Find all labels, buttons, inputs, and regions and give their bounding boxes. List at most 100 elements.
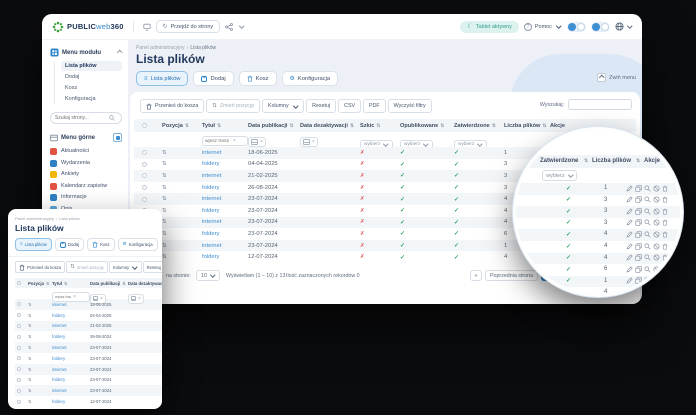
- sidebar-search[interactable]: [50, 112, 122, 124]
- breadcrumb-root[interactable]: Panel administracyjny: [136, 45, 185, 51]
- delete-icon[interactable]: [662, 185, 668, 192]
- title-filter-input[interactable]: [55, 295, 71, 299]
- row-radio[interactable]: [142, 173, 147, 178]
- sidebar-item-konfiguracja[interactable]: Konfiguracja: [61, 94, 122, 104]
- col-tytul[interactable]: Tytuł: [202, 123, 248, 129]
- position-handle[interactable]: [28, 334, 52, 339]
- copy-icon[interactable]: [635, 208, 642, 215]
- status-badge[interactable]: Tablet aktywny: [460, 21, 518, 33]
- row-radio[interactable]: [17, 335, 21, 339]
- position-handle[interactable]: [28, 345, 52, 350]
- sidebar-item-dodaj[interactable]: Dodaj: [61, 72, 122, 82]
- date-filter[interactable]: [128, 294, 144, 304]
- row-title-link[interactable]: foldery: [52, 377, 90, 382]
- app-logo[interactable]: PUBLICweb360: [52, 21, 124, 33]
- sort-icon[interactable]: [440, 123, 444, 129]
- row-title-link[interactable]: foldery: [52, 313, 90, 318]
- col-szkic[interactable]: Szkic: [360, 123, 400, 129]
- sort-icon[interactable]: [185, 123, 189, 129]
- col-pozycja[interactable]: Pozycja: [162, 123, 202, 129]
- row-title-link[interactable]: internet: [202, 196, 248, 202]
- table-row[interactable]: foldery12-07-2024: [15, 396, 162, 407]
- select-all-radio[interactable]: [142, 123, 147, 128]
- edit-icon[interactable]: [626, 196, 633, 203]
- resetuj-button[interactable]: Resetuj: [306, 99, 336, 113]
- position-handle[interactable]: [28, 302, 52, 307]
- disable-icon[interactable]: [653, 231, 660, 238]
- top-menu-item-wydarzenia[interactable]: Wydarzenia: [50, 158, 122, 170]
- table-row[interactable]: foldery04-04-2025: [15, 310, 162, 321]
- row-title-link[interactable]: internet: [202, 243, 248, 249]
- sort-icon[interactable]: [217, 123, 221, 129]
- konfiguracja-button[interactable]: Konfiguracja: [118, 238, 158, 251]
- copy-icon[interactable]: [635, 196, 642, 203]
- row-radio[interactable]: [17, 367, 21, 371]
- col-data-publikacji[interactable]: Data publikacji: [248, 123, 300, 129]
- copy-icon[interactable]: [635, 254, 642, 261]
- position-handle[interactable]: [162, 254, 202, 260]
- module-menu-header[interactable]: Menu modułu: [50, 48, 122, 57]
- top-menu-toggle[interactable]: [113, 133, 122, 142]
- top-menu-item-aktualności[interactable]: Aktualności: [50, 146, 122, 158]
- contrast-toggle[interactable]: [591, 22, 610, 32]
- row-radio[interactable]: [142, 150, 147, 155]
- delete-icon[interactable]: [662, 219, 668, 226]
- position-handle[interactable]: [162, 196, 202, 202]
- first-page-button[interactable]: [470, 270, 482, 281]
- date-filter[interactable]: [300, 137, 318, 147]
- table-row[interactable]: foldery26-08-2024: [15, 331, 162, 342]
- row-title-link[interactable]: internet: [52, 367, 90, 372]
- delete-icon[interactable]: [662, 289, 668, 296]
- table-row[interactable]: foldery23-07-2024: [15, 353, 162, 364]
- row-title-link[interactable]: internet: [202, 150, 248, 156]
- row-title-link[interactable]: foldery: [202, 208, 248, 214]
- share-icon[interactable]: [225, 23, 233, 31]
- date-filter[interactable]: [248, 137, 266, 147]
- disable-icon[interactable]: [653, 289, 660, 296]
- kolumny-button[interactable]: Kolumny: [109, 261, 142, 273]
- row-title-link[interactable]: internet: [52, 323, 90, 328]
- preview-icon[interactable]: [644, 254, 651, 261]
- position-handle[interactable]: [28, 313, 52, 318]
- preview-icon[interactable]: [644, 185, 651, 192]
- row-radio[interactable]: [17, 389, 21, 393]
- col-liczba-plikow[interactable]: Liczba plików: [504, 123, 550, 129]
- delete-icon[interactable]: [662, 231, 668, 238]
- row-title-link[interactable]: internet: [52, 302, 90, 307]
- kosz-button[interactable]: Kosz: [87, 238, 115, 251]
- edit-icon[interactable]: [626, 219, 633, 226]
- preview-icon[interactable]: [644, 196, 651, 203]
- title-filter-input[interactable]: [205, 139, 231, 144]
- chevron-down-icon[interactable]: [239, 24, 244, 29]
- go-to-site-button[interactable]: Przejdź do strony: [156, 20, 221, 33]
- position-handle[interactable]: [28, 388, 52, 393]
- top-menu-item-ankiety[interactable]: Ankiety: [50, 169, 122, 181]
- copy-icon[interactable]: [635, 185, 642, 192]
- clear-icon[interactable]: [312, 139, 315, 145]
- delete-icon[interactable]: [662, 208, 668, 215]
- dodaj-button[interactable]: +Dodaj: [55, 238, 84, 251]
- sort-icon[interactable]: [492, 123, 496, 129]
- table-row[interactable]: foldery23-07-2024: [15, 375, 162, 386]
- lista-plików-button[interactable]: Lista plików: [136, 71, 188, 86]
- col-data-dezaktywacji[interactable]: Data dezaktywacji: [128, 281, 162, 286]
- delete-icon[interactable]: [662, 254, 668, 261]
- delete-icon[interactable]: [662, 196, 668, 203]
- col-opublikowane[interactable]: Opublikowane: [400, 123, 454, 129]
- disable-icon[interactable]: [653, 254, 660, 261]
- position-handle[interactable]: [162, 173, 202, 179]
- clear-icon[interactable]: [73, 294, 76, 300]
- position-handle[interactable]: [28, 377, 52, 382]
- row-radio[interactable]: [142, 162, 147, 167]
- przenieś-do-kosza-button[interactable]: Przenieś do kosza: [140, 99, 204, 113]
- title-filter[interactable]: [52, 292, 90, 302]
- row-radio[interactable]: [17, 302, 21, 306]
- copy-icon[interactable]: [635, 243, 642, 250]
- preview-icon[interactable]: [644, 243, 651, 250]
- row-title-link[interactable]: foldery: [52, 399, 90, 404]
- csv-button[interactable]: CSV: [338, 99, 361, 113]
- search-input[interactable]: [568, 99, 632, 110]
- row-radio[interactable]: [17, 378, 21, 382]
- disable-icon[interactable]: [653, 185, 660, 192]
- select-all-radio[interactable]: [17, 281, 21, 285]
